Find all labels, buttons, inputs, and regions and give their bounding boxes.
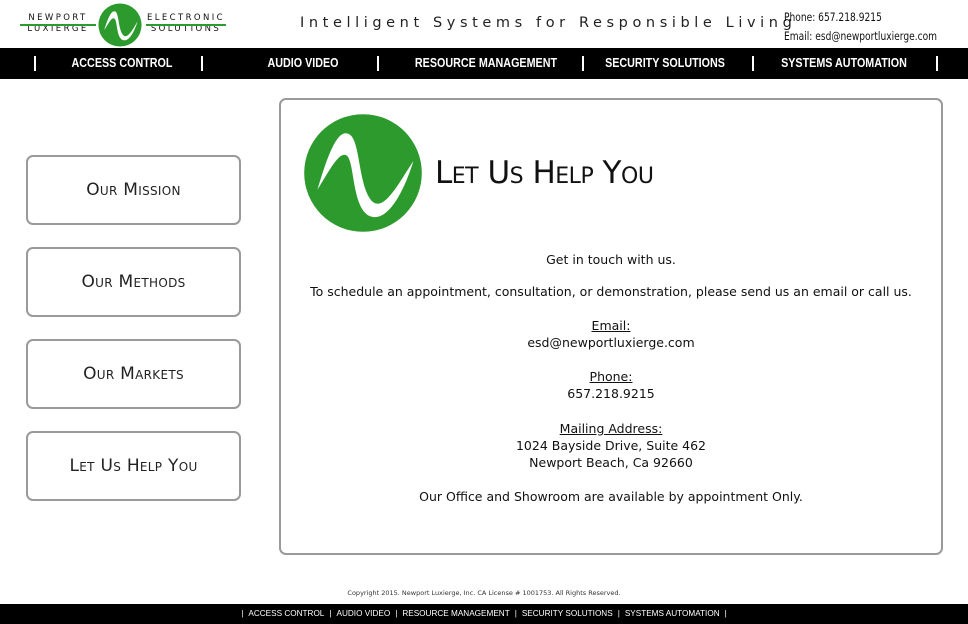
- nav-separator: [201, 56, 203, 71]
- nav-item-security-solutions[interactable]: SECURITY SOLUTIONS: [602, 48, 728, 79]
- nav-item-access-control[interactable]: ACCESS CONTROL: [70, 48, 173, 79]
- company-logo[interactable]: Newport Luxierge Electronic Solutions: [14, 2, 228, 47]
- phone-label: Phone:: [589, 369, 633, 384]
- footer-nav-security-solutions[interactable]: SECURITY SOLUTIONS: [522, 604, 613, 624]
- email-link[interactable]: esd@newportluxierge.com: [281, 335, 941, 350]
- header-email[interactable]: Email: esd@newportluxierge.com: [784, 27, 937, 46]
- page-title: Let Us Help You: [435, 155, 654, 191]
- footer-nav-audio-video[interactable]: AUDIO VIDEO: [337, 604, 391, 624]
- copyright-text: Copyright 2015. Newport Luxierge, Inc. C…: [347, 589, 621, 597]
- address-line-1: 1024 Bayside Drive, Suite 462: [515, 438, 707, 453]
- footer-nav-separator: |: [395, 609, 398, 618]
- footer-nav-separator: |: [617, 609, 620, 618]
- logo-emblem-icon: [304, 114, 422, 232]
- sidebar-item-our-methods[interactable]: Our Methods: [26, 247, 241, 317]
- address-label: Mailing Address:: [559, 421, 663, 436]
- main-navigation: ACCESS CONTROL AUDIO VIDEO RESOURCE MANA…: [0, 48, 968, 79]
- footer-nav-systems-automation[interactable]: SYSTEMS AUTOMATION: [625, 604, 720, 624]
- logo-word-luxierge: Luxierge: [27, 24, 89, 34]
- sidebar-item-let-us-help-you[interactable]: Let Us Help You: [26, 431, 241, 501]
- logo-word-newport: Newport: [28, 13, 88, 23]
- site-header: Newport Luxierge Electronic Solutions In…: [0, 0, 968, 48]
- footer-nav-separator: |: [329, 609, 332, 618]
- address-line-2: Newport Beach, Ca 92660: [529, 455, 693, 470]
- nav-separator: [936, 56, 938, 71]
- footer-nav-separator: |: [241, 609, 244, 618]
- footer-nav-separator: |: [724, 609, 727, 618]
- logo-word-electronic: Electronic: [146, 13, 225, 23]
- logo-wordmark-right: Electronic Solutions: [146, 14, 226, 34]
- nav-item-resource-management[interactable]: RESOURCE MANAGEMENT: [409, 48, 564, 79]
- contact-panel: Let Us Help You Get in touch with us. To…: [279, 98, 943, 555]
- footer-navigation: | ACCESS CONTROL | AUDIO VIDEO | RESOURCE MAN…: [0, 604, 968, 624]
- nav-item-systems-automation[interactable]: SYSTEMS AUTOMATION: [780, 48, 907, 79]
- nav-separator: [34, 56, 36, 71]
- header-contact: Phone: 657.218.9215 Email: esd@newportlu…: [784, 8, 958, 46]
- logo-word-solutions: Solutions: [150, 24, 222, 34]
- email-label: Email:: [591, 318, 631, 333]
- nav-separator: [752, 56, 754, 71]
- footer-nav-resource-management[interactable]: RESOURCE MANAGEMENT: [402, 604, 509, 624]
- site-tagline: Intelligent Systems for Responsible Livi…: [300, 15, 797, 31]
- appointment-note: Our Office and Showroom are available by…: [419, 489, 803, 504]
- nav-separator: [377, 56, 379, 71]
- footer-nav-separator: |: [514, 609, 517, 618]
- nav-item-audio-video[interactable]: AUDIO VIDEO: [256, 48, 351, 79]
- phone-number: 657.218.9215: [567, 386, 655, 401]
- intro-text: Get in touch with us.: [546, 252, 676, 267]
- logo-emblem-icon: [98, 3, 142, 47]
- footer-nav-access-control[interactable]: ACCESS CONTROL: [248, 604, 324, 624]
- nav-separator: [582, 56, 584, 71]
- header-phone: Phone: 657.218.9215: [784, 10, 882, 24]
- sidebar-item-our-markets[interactable]: Our Markets: [26, 339, 241, 409]
- instruction-text: To schedule an appointment, consultation…: [310, 284, 912, 299]
- logo-wordmark-left: Newport Luxierge: [20, 14, 96, 34]
- sidebar-item-our-mission[interactable]: Our Mission: [26, 155, 241, 225]
